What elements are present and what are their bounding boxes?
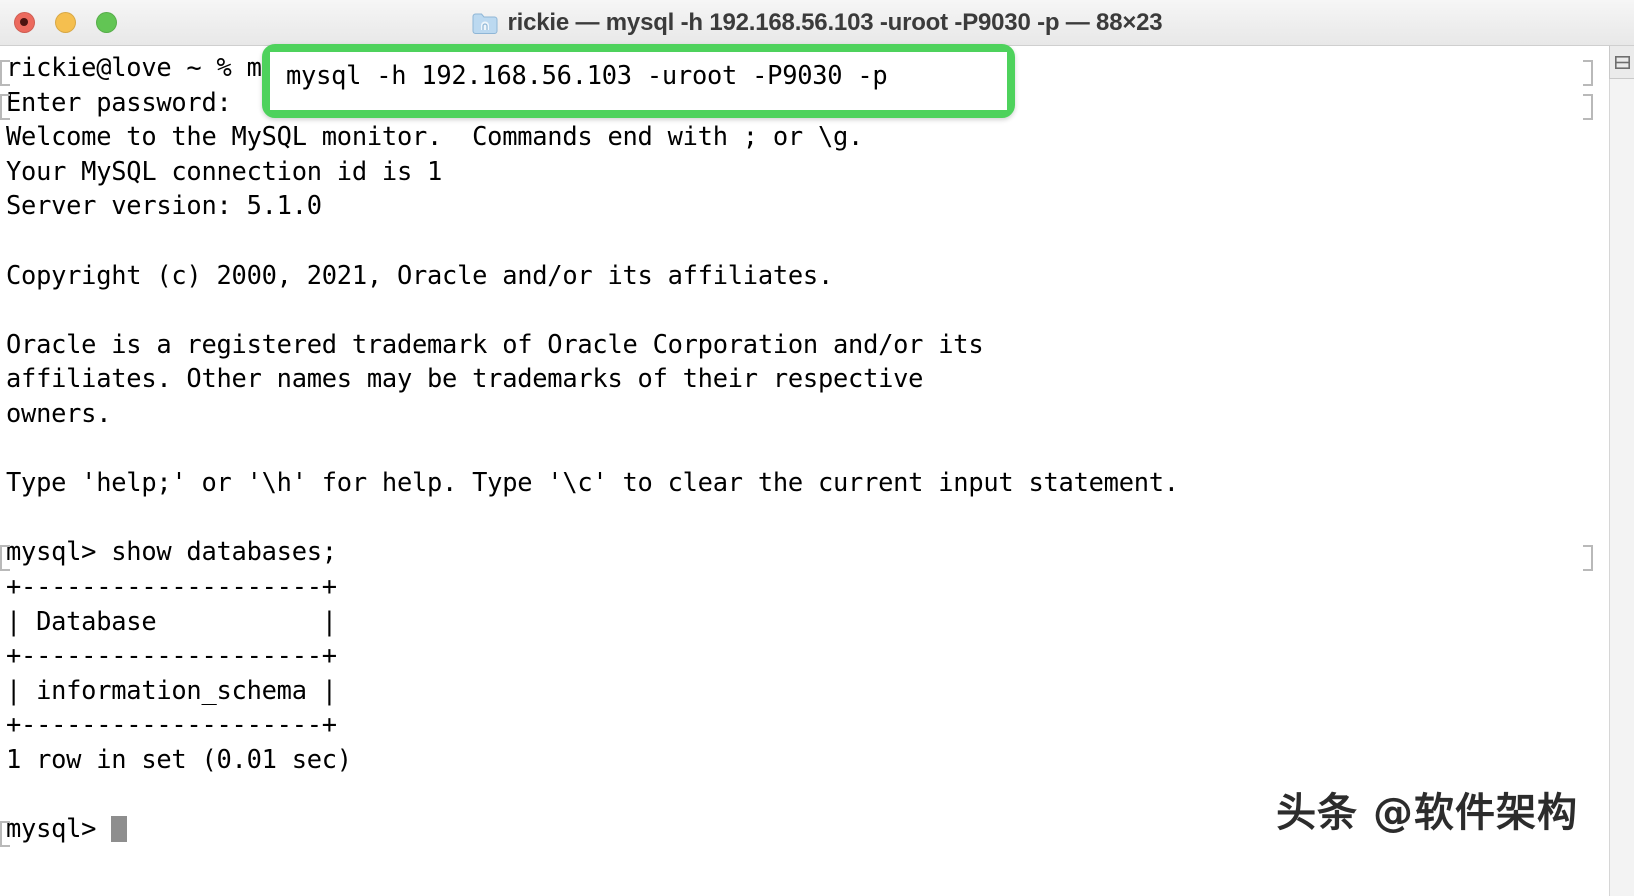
prompt-marker-right-2 (1583, 94, 1593, 120)
terminal-line: +--------------------+ (6, 570, 337, 601)
terminal-line: Type 'help;' or '\h' for help. Type '\c'… (6, 467, 1179, 498)
terminal-line: | Database | (6, 605, 337, 636)
terminal-line: Your MySQL connection id is 1 (6, 155, 443, 186)
prompt-marker-right-3 (1583, 545, 1593, 571)
window-title-group: rickie — mysql -h 192.168.56.103 -uroot … (0, 0, 1634, 46)
terminal-line: mysql> show databases; (6, 536, 337, 567)
terminal-line: owners. (6, 397, 112, 428)
highlighted-command: mysql -h 192.168.56.103 -uroot -P9030 -p (286, 60, 888, 90)
folder-icon (472, 13, 498, 34)
terminal-line: +--------------------+ (6, 709, 337, 740)
terminal-line: | information_schema | (6, 674, 337, 705)
prompt-marker-left-1 (0, 60, 10, 86)
terminal-line: Oracle is a registered trademark of Orac… (6, 328, 984, 359)
prompt-marker-left-4 (0, 821, 10, 847)
block-cursor (111, 816, 128, 843)
watermark: 头条 @软件架构 (1276, 790, 1578, 836)
terminal-line: Copyright (c) 2000, 2021, Oracle and/or … (6, 259, 834, 290)
window-titlebar[interactable]: rickie — mysql -h 192.168.56.103 -uroot … (0, 0, 1634, 46)
terminal-output: rickie@love ~ % mysql -h 192.168.56.103 … (6, 50, 1179, 846)
terminal-line: Welcome to the MySQL monitor. Commands e… (6, 121, 864, 152)
minimize-button[interactable] (55, 12, 76, 33)
terminal-window: rickie — mysql -h 192.168.56.103 -uroot … (0, 0, 1634, 896)
traffic-light-group (14, 12, 117, 33)
terminal-line: 1 row in set (0.01 sec) (6, 743, 352, 774)
terminal-line: Server version: 5.1.0 (6, 190, 322, 221)
terminal-line: +--------------------+ (6, 640, 337, 671)
window-title: rickie — mysql -h 192.168.56.103 -uroot … (507, 9, 1163, 36)
split-pane-button[interactable] (1609, 46, 1634, 79)
prompt-marker-left-2 (0, 94, 10, 120)
terminal-content[interactable]: rickie@love ~ % mysql -h 192.168.56.103 … (0, 46, 1609, 896)
prompt-marker-left-3 (0, 545, 10, 571)
prompt-marker-right-1 (1583, 60, 1593, 86)
terminal-line: affiliates. Other names may be trademark… (6, 363, 924, 394)
split-pane-icon (1614, 55, 1630, 69)
zoom-button[interactable] (96, 12, 117, 33)
vertical-scrollbar[interactable] (1609, 46, 1634, 896)
close-button[interactable] (14, 12, 35, 33)
terminal-line: mysql> (6, 811, 1179, 846)
